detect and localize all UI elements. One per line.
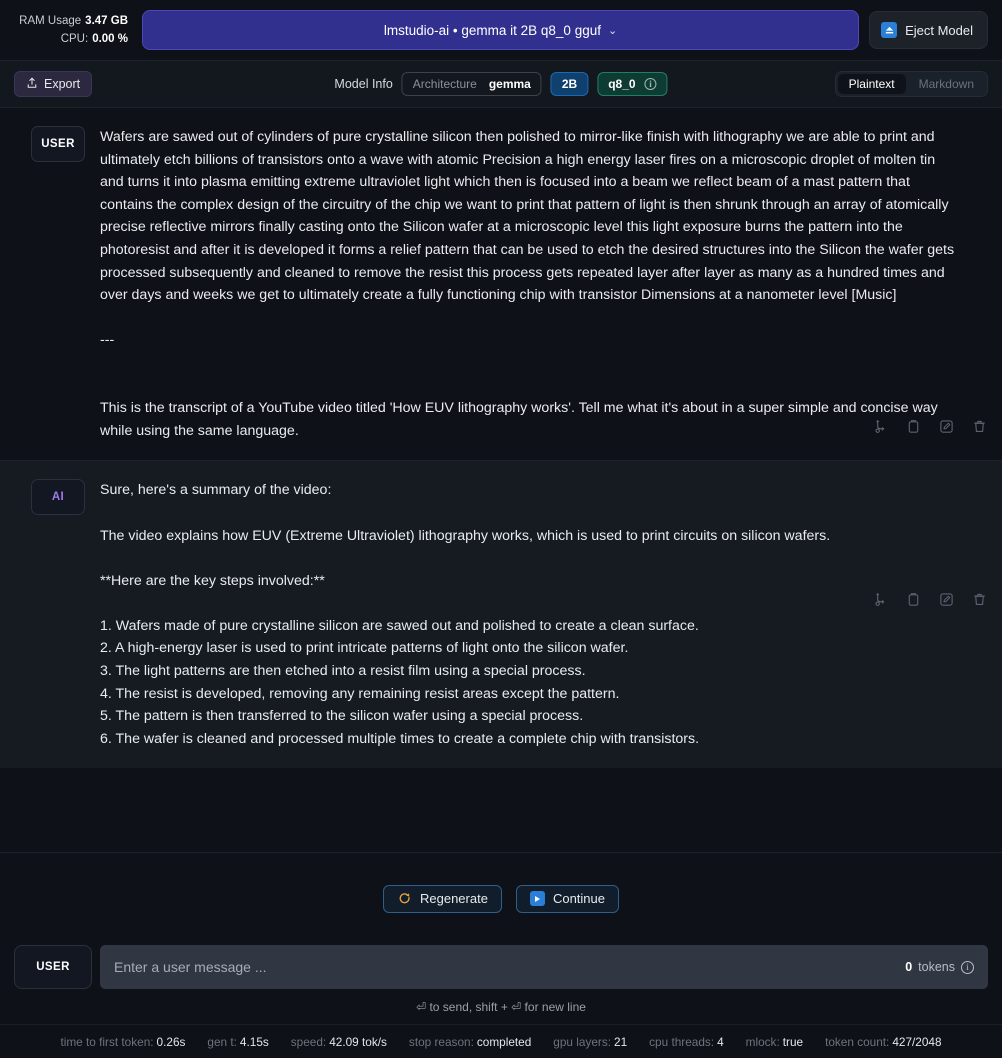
ram-usage-value: 3.47 GB — [85, 15, 128, 28]
delete-icon[interactable] — [971, 591, 988, 608]
composer-area: USER Enter a user message ... 0 tokens i… — [0, 944, 1002, 1024]
token-count-value: 0 — [905, 960, 913, 974]
chevron-down-icon: ⌄ — [607, 24, 618, 37]
stat-value: 0.26s — [156, 1034, 186, 1049]
cpu-usage-stat: CPU: 0.00 % — [61, 32, 128, 46]
role-badge-user: USER — [31, 126, 85, 162]
lm-studio-window: RAM Usage 3.47 GB CPU: 0.00 % lmstudio-ai … — [0, 0, 1002, 1058]
info-icon[interactable]: i — [644, 78, 657, 90]
model-selector-dropdown[interactable]: lmstudio-ai • gemma it 2B q8_0 gguf ⌄ — [142, 10, 860, 50]
export-label: Export — [44, 77, 81, 91]
token-count-label: tokens — [918, 960, 955, 974]
eject-model-label: Eject Model — [905, 22, 973, 38]
refresh-icon — [397, 891, 412, 906]
system-stats: RAM Usage 3.47 GB CPU: 0.00 % — [14, 14, 132, 46]
message-input-placeholder: Enter a user message ... — [114, 959, 267, 975]
stat-key: time to first token: — [60, 1034, 154, 1049]
chat-message-ai: AI Sure, here's a summary of the video: … — [0, 460, 1002, 769]
stat-gpu-layers: gpu layers: 21 — [553, 1035, 627, 1049]
quantization-chip[interactable]: q8_0 i — [597, 72, 668, 96]
edit-icon[interactable] — [938, 418, 955, 435]
branch-icon[interactable] — [872, 418, 889, 435]
message-text-ai: Sure, here's a summary of the video: The… — [100, 482, 831, 747]
stat-key: gen t: — [207, 1034, 237, 1049]
tab-markdown[interactable]: Markdown — [908, 74, 985, 94]
tab-plaintext[interactable]: Plaintext — [837, 74, 906, 94]
param-size-chip: 2B — [550, 72, 589, 96]
status-bar: time to first token: 0.26s gen t: 4.15s sp… — [0, 1024, 1002, 1058]
stat-value: 42.09 tok/s — [329, 1034, 387, 1049]
role-badge-ai: AI — [31, 479, 85, 516]
chat-message-user: USER Wafers are sawed out of cylinders o… — [0, 108, 1002, 461]
upload-icon — [26, 76, 38, 92]
message-text-user: Wafers are sawed out of cylinders of pur… — [100, 129, 955, 439]
stat-cpu-threads: cpu threads: 4 — [649, 1035, 724, 1049]
cpu-usage-value: 0.00 % — [92, 32, 128, 45]
generation-actions: Regenerate Continue — [0, 852, 1002, 944]
architecture-chip: Architecture gemma — [401, 72, 542, 96]
stat-key: mlock: — [745, 1034, 780, 1049]
copy-icon[interactable] — [905, 418, 922, 435]
ram-usage-label: RAM Usage — [19, 15, 82, 28]
play-icon — [529, 891, 545, 906]
model-info-label: Model Info — [334, 77, 393, 91]
stat-mlock: mlock: true — [746, 1035, 803, 1049]
info-icon[interactable]: i — [961, 960, 974, 974]
stat-speed: speed: 42.09 tok/s — [291, 1035, 387, 1049]
copy-icon[interactable] — [905, 591, 922, 608]
stat-value: true — [782, 1034, 804, 1049]
stat-token-count: token count: 427/2048 — [825, 1035, 942, 1049]
stat-key: speed: — [290, 1034, 327, 1049]
stat-stop-reason: stop reason: completed — [409, 1035, 531, 1049]
eject-icon — [881, 22, 898, 38]
stat-key: cpu threads: — [649, 1034, 715, 1049]
message-actions-user — [872, 418, 988, 435]
top-bar: RAM Usage 3.47 GB CPU: 0.00 % lmstudio-ai … — [0, 0, 1002, 60]
stat-value: 21 — [614, 1034, 628, 1049]
token-count-indicator: 0 tokens i — [905, 960, 974, 974]
architecture-value: gemma — [488, 77, 531, 91]
regenerate-button[interactable]: Regenerate — [383, 884, 502, 913]
stat-value: 4.15s — [239, 1034, 269, 1049]
message-input[interactable]: Enter a user message ... 0 tokens i — [100, 945, 988, 989]
model-info-group: Model Info Architecture gemma 2B q8_0 i — [334, 72, 668, 96]
message-actions-ai — [872, 591, 988, 608]
model-selector-label: lmstudio-ai • gemma it 2B q8_0 gguf — [383, 22, 601, 38]
eject-model-button[interactable]: Eject Model — [869, 11, 988, 49]
stat-key: token count: — [825, 1034, 890, 1049]
composer-row: USER Enter a user message ... 0 tokens i — [14, 944, 988, 990]
quantization-label: q8_0 — [608, 77, 636, 91]
cpu-usage-label: CPU: — [60, 32, 89, 45]
branch-icon[interactable] — [872, 591, 889, 608]
delete-icon[interactable] — [971, 418, 988, 435]
stat-time-to-first-token: time to first token: 0.26s — [60, 1035, 185, 1049]
continue-label: Continue — [552, 891, 605, 906]
export-button[interactable]: Export — [14, 71, 93, 97]
edit-icon[interactable] — [938, 591, 955, 608]
sub-bar: Export Model Info Architecture gemma 2B … — [0, 60, 1002, 108]
role-column: USER — [16, 126, 100, 162]
regenerate-label: Regenerate — [420, 891, 488, 906]
stat-key: stop reason: — [408, 1034, 474, 1049]
stat-value: 427/2048 — [892, 1034, 942, 1049]
view-mode-toggle[interactable]: Plaintext Markdown — [834, 71, 988, 97]
role-column: AI — [16, 479, 100, 516]
architecture-key: Architecture — [412, 77, 477, 91]
chat-thread: USER Wafers are sawed out of cylinders o… — [0, 108, 1002, 852]
continue-button[interactable]: Continue — [515, 884, 619, 913]
stat-key: gpu layers: — [553, 1034, 612, 1049]
stat-gen-t: gen t: 4.15s — [207, 1035, 268, 1049]
ram-usage-stat: RAM Usage 3.47 GB — [19, 14, 128, 28]
composer-role-badge[interactable]: USER — [14, 945, 92, 989]
send-hint: ⏎ to send, shift + ⏎ for new line — [416, 1000, 586, 1014]
stat-value: 4 — [717, 1034, 724, 1049]
stat-value: completed — [476, 1034, 532, 1049]
